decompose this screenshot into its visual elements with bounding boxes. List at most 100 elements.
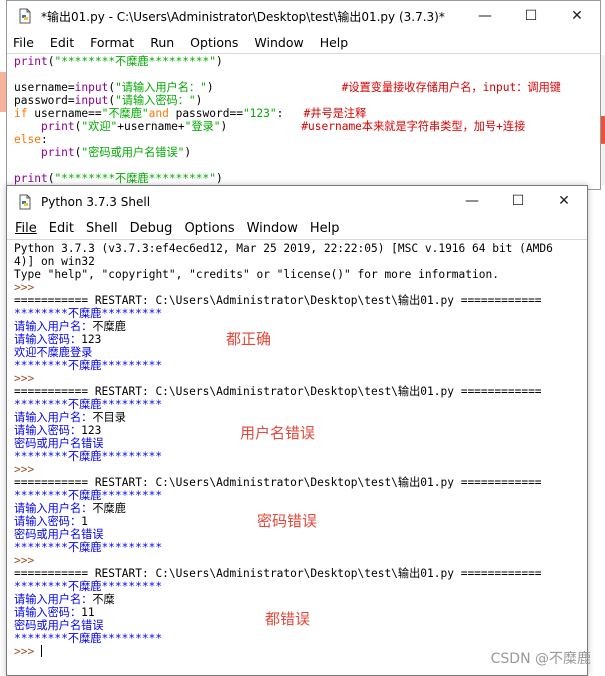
shell-line-segment: Python 3.7.3 (v3.7.3:ef4ec6ed12, Mar 25 …: [14, 242, 553, 255]
shell-menu-window[interactable]: Window: [247, 221, 298, 236]
shell-line-segment: =========== RESTART: C:\Users\Administra…: [14, 294, 542, 307]
menu-window[interactable]: Window: [254, 35, 303, 50]
code-line: if username=="不糜鹿"and password=="123": #…: [14, 107, 600, 120]
code-line-segment: ): [195, 94, 203, 107]
shell-maximize-button[interactable]: ☐: [495, 186, 541, 216]
shell-line-segment: ********不糜鹿*********: [14, 632, 163, 645]
shell-line-segment: 请输入密码：: [14, 515, 82, 528]
shell-line-segment: ********不糜鹿*********: [14, 398, 163, 411]
code-line-segment: "123": [242, 107, 277, 120]
code-line-segment: #username本来就是字符串类型，加号+连接: [301, 120, 526, 133]
python-file-icon: [17, 8, 33, 24]
shell-line-segment: 请输入密码：: [14, 606, 82, 619]
editor-titlebar[interactable]: *输出01.py - C:\Users\Administrator\Deskto…: [7, 1, 600, 31]
code-line: print("********不糜鹿*********"): [14, 172, 600, 185]
menu-options[interactable]: Options: [190, 35, 238, 50]
close-icon: ✕: [558, 193, 570, 209]
shell-line-segment: 请输入用户名：: [14, 502, 93, 515]
shell-line-segment: =========== RESTART: C:\Users\Administra…: [14, 567, 542, 580]
code-line-segment: else: [14, 133, 41, 146]
shell-menu-edit-label: Edit: [48, 220, 74, 236]
shell-line: 请输入用户名：不糜: [14, 593, 587, 606]
shell-line-segment: 不糜: [92, 593, 115, 606]
annotation-all-correct: 都正确: [226, 330, 272, 348]
menu-help[interactable]: Help: [320, 35, 349, 50]
shell-line-segment: ********不糜鹿*********: [14, 580, 163, 593]
code-line-segment: "********不糜鹿*********": [54, 172, 216, 185]
code-line-segment: #设置变量接收存储用户名，input：调用键: [341, 81, 561, 94]
code-line-segment: if: [14, 107, 28, 120]
minimize-icon: —: [465, 193, 479, 209]
text-cursor: [40, 645, 42, 657]
menu-format[interactable]: Format: [90, 35, 134, 50]
shell-line: >>>: [14, 463, 587, 476]
code-line-segment: ): [220, 120, 302, 133]
shell-menu-help[interactable]: Help: [310, 221, 340, 236]
code-line-segment: ): [215, 55, 223, 68]
code-line-segment: print: [40, 146, 75, 159]
shell-line-segment: 密码或用户名错误: [14, 528, 104, 541]
maximize-icon: ☐: [511, 193, 525, 209]
code-line: else:: [14, 133, 600, 146]
menu-file[interactable]: File: [13, 35, 34, 50]
shell-line-segment: ********不糜鹿*********: [14, 541, 163, 554]
close-button[interactable]: ✕: [554, 1, 600, 31]
shell-menu-debug[interactable]: Debug: [130, 221, 173, 236]
shell-minimize-button[interactable]: —: [449, 186, 495, 216]
code-line-segment: "欢迎": [81, 120, 118, 133]
shell-line-segment: 请输入密码：: [14, 333, 82, 346]
code-line-segment: #井号是注释: [303, 107, 367, 120]
shell-menu-debug-label: Debug: [129, 220, 173, 236]
close-icon: ✕: [571, 8, 583, 24]
shell-line-segment: 请输入用户名：: [14, 411, 93, 424]
minimize-button[interactable]: —: [462, 1, 508, 31]
shell-menu-shell[interactable]: Shell: [86, 221, 118, 236]
code-line-segment: username==: [27, 107, 102, 120]
shell-line: =========== RESTART: C:\Users\Administra…: [14, 385, 587, 398]
shell-menu-shell-label: Shell: [85, 220, 118, 236]
editor-window: *输出01.py - C:\Users\Administrator\Deskto…: [6, 0, 601, 190]
shell-menu-options-label: Options: [184, 220, 235, 236]
shell-line-segment: 欢迎不糜鹿登录: [14, 346, 93, 359]
shell-line: 请输入用户名：不糜鹿: [14, 320, 587, 333]
code-line-segment: input: [74, 81, 109, 94]
shell-line: ********不糜鹿*********: [14, 398, 587, 411]
code-line-segment: password==: [168, 107, 243, 120]
menu-run[interactable]: Run: [150, 35, 174, 50]
shell-menubar: File Edit Shell Debug Options Window Hel…: [7, 217, 587, 239]
annotation-username-wrong: 用户名错误: [240, 424, 316, 442]
shell-line-segment: 密码或用户名错误: [14, 437, 104, 450]
code-line-segment: "请输入用户名：": [115, 81, 207, 94]
shell-menu-edit[interactable]: Edit: [49, 221, 74, 236]
shell-line-segment: Type "help", "copyright", "credits" or "…: [14, 268, 499, 281]
code-line-segment: ): [206, 81, 342, 94]
code-line-segment: :: [40, 133, 48, 146]
shell-line-segment: 密码或用户名错误: [14, 619, 104, 632]
code-line-segment: ): [184, 146, 192, 159]
code-line-segment: print: [14, 55, 48, 68]
shell-line-segment: >>>: [14, 463, 41, 476]
maximize-button[interactable]: ☐: [508, 1, 554, 31]
code-line-segment: "不糜鹿": [101, 107, 149, 120]
menu-edit[interactable]: Edit: [50, 35, 74, 50]
shell-close-button[interactable]: ✕: [541, 186, 587, 216]
shell-line: >>>: [14, 372, 587, 385]
shell-line-segment: ********不糜鹿*********: [14, 307, 163, 320]
shell-titlebar[interactable]: Python 3.7.3 Shell — ☐ ✕: [7, 186, 587, 217]
shell-line: 请输入密码：123: [14, 333, 587, 346]
shell-menu-file[interactable]: File: [15, 221, 37, 236]
code-editor-area[interactable]: print("********不糜鹿*********") username=i…: [7, 53, 600, 185]
code-line-segment: +username+: [117, 120, 185, 133]
shell-line: =========== RESTART: C:\Users\Administra…: [14, 567, 587, 580]
maximize-icon: ☐: [524, 8, 538, 24]
code-line: print("密码或用户名错误"): [14, 146, 600, 159]
annotation-both-wrong: 都错误: [265, 610, 311, 628]
shell-menu-options[interactable]: Options: [184, 221, 234, 236]
shell-line-segment: 不目录: [92, 411, 126, 424]
code-line: print("欢迎"+username+"登录") #username本来就是字…: [14, 120, 600, 133]
code-line-segment: "请输入密码：": [115, 94, 196, 107]
shell-title: Python 3.7.3 Shell: [41, 194, 151, 209]
shell-line: >>>: [14, 281, 587, 294]
shell-line: Type "help", "copyright", "credits" or "…: [14, 268, 587, 281]
